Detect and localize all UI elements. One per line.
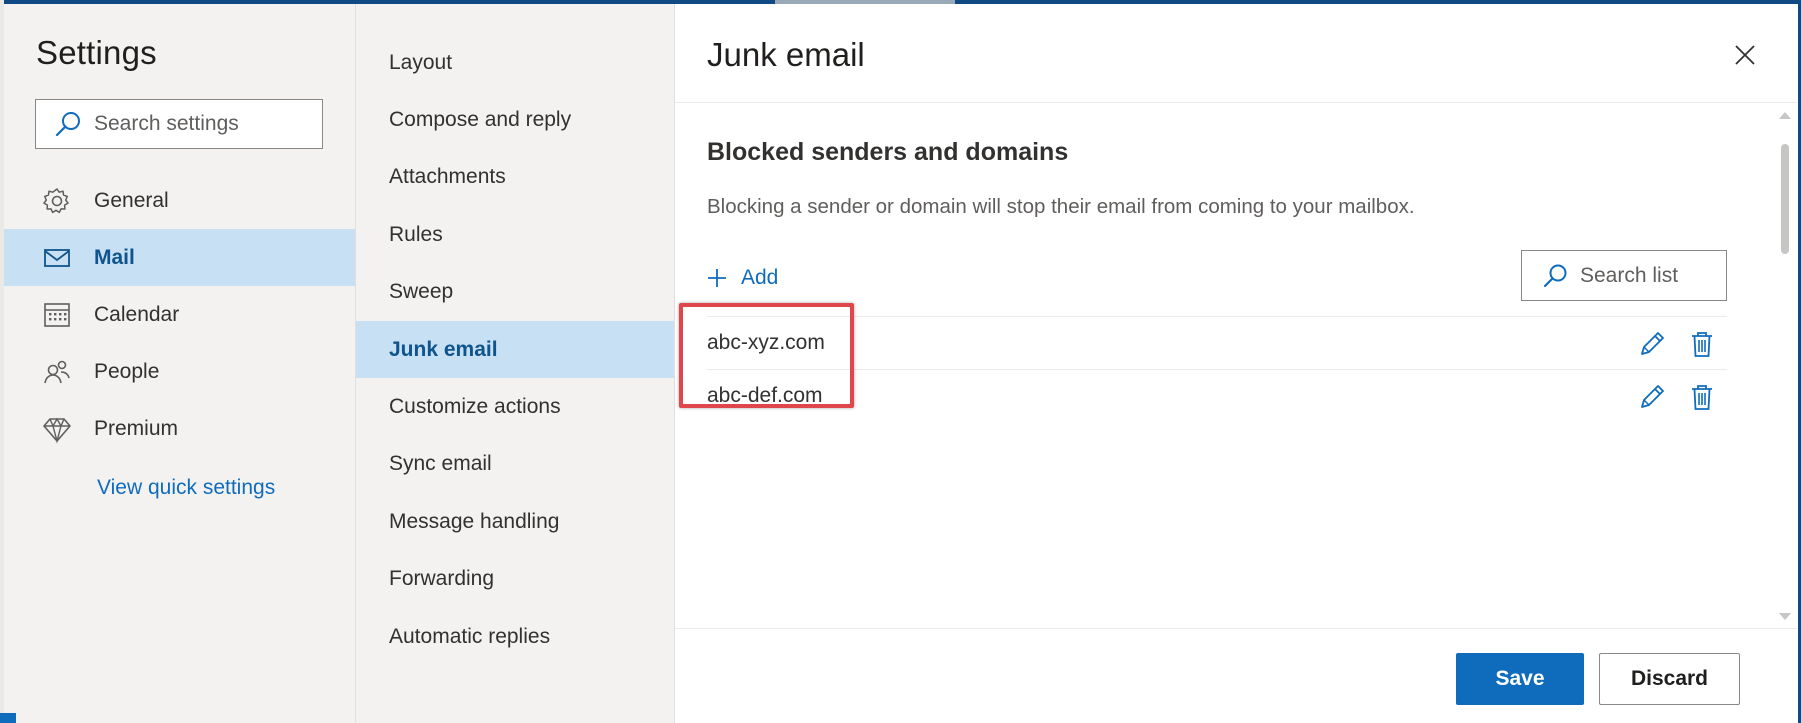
search-icon bbox=[1543, 264, 1567, 287]
taskbar-corner bbox=[0, 713, 16, 723]
settings-category-list: General Mail Calendar People Premium bbox=[4, 172, 355, 457]
menu-item-sweep[interactable]: Sweep bbox=[356, 264, 674, 321]
discard-button[interactable]: Discard bbox=[1599, 653, 1740, 705]
scroll-thumb[interactable] bbox=[1781, 144, 1789, 254]
menu-item-junk-email[interactable]: Junk email bbox=[356, 320, 674, 379]
trash-icon[interactable] bbox=[1687, 382, 1717, 412]
nav-item-label: Mail bbox=[94, 245, 135, 269]
blocked-domain: abc-xyz.com bbox=[707, 331, 825, 354]
row-actions bbox=[1637, 329, 1717, 359]
settings-title: Settings bbox=[36, 34, 157, 71]
search-list-box[interactable] bbox=[1521, 250, 1727, 301]
search-settings-box[interactable] bbox=[35, 99, 323, 149]
menu-item-automatic-replies[interactable]: Automatic replies bbox=[356, 608, 674, 665]
diamond-icon bbox=[43, 417, 71, 444]
calendar-icon bbox=[44, 302, 70, 327]
menu-item-forwarding[interactable]: Forwarding bbox=[356, 551, 674, 608]
mail-settings-menu: Layout Compose and reply Attachments Rul… bbox=[356, 4, 675, 723]
panel-scrollbar[interactable] bbox=[1778, 104, 1792, 628]
close-icon[interactable] bbox=[1730, 40, 1760, 70]
nav-item-people[interactable]: People bbox=[4, 343, 355, 400]
section-description: Blocking a sender or domain will stop th… bbox=[707, 195, 1415, 218]
save-button[interactable]: Save bbox=[1456, 653, 1584, 705]
menu-item-compose-and-reply[interactable]: Compose and reply bbox=[356, 91, 674, 148]
add-blocked-sender-button[interactable]: Add bbox=[705, 261, 778, 295]
nav-item-general[interactable]: General bbox=[4, 172, 355, 229]
nav-item-label: General bbox=[94, 188, 169, 212]
scroll-up-arrow[interactable] bbox=[1779, 112, 1791, 119]
menu-item-layout[interactable]: Layout bbox=[356, 34, 674, 91]
nav-item-calendar[interactable]: Calendar bbox=[4, 286, 355, 343]
list-item: abc-xyz.com bbox=[707, 316, 1727, 369]
mail-icon bbox=[44, 248, 70, 267]
nav-item-mail[interactable]: Mail bbox=[4, 229, 355, 286]
row-actions bbox=[1637, 382, 1717, 412]
mail-settings-list: Layout Compose and reply Attachments Rul… bbox=[356, 34, 674, 665]
blocked-senders-list: abc-xyz.com abc-def.com bbox=[707, 316, 1727, 422]
search-list-input[interactable] bbox=[1580, 263, 1720, 288]
menu-item-customize-actions[interactable]: Customize actions bbox=[356, 378, 674, 435]
gear-icon bbox=[43, 187, 69, 213]
add-label: Add bbox=[741, 266, 779, 289]
search-settings-input[interactable] bbox=[94, 112, 314, 136]
panel-title: Junk email bbox=[707, 36, 865, 73]
nav-item-label: Premium bbox=[94, 416, 179, 440]
menu-item-rules[interactable]: Rules bbox=[356, 206, 674, 263]
people-icon bbox=[44, 360, 70, 383]
settings-category-pane: Settings General Mail bbox=[4, 4, 356, 723]
pencil-icon[interactable] bbox=[1637, 329, 1667, 359]
junk-email-panel: Junk email Blocked senders and domains B… bbox=[675, 4, 1798, 723]
scroll-down-arrow[interactable] bbox=[1779, 613, 1791, 620]
menu-item-sync-email[interactable]: Sync email bbox=[356, 436, 674, 493]
search-icon bbox=[55, 112, 80, 137]
menu-item-attachments[interactable]: Attachments bbox=[356, 149, 674, 206]
view-quick-settings-link[interactable]: View quick settings bbox=[97, 476, 275, 500]
list-item: abc-def.com bbox=[707, 369, 1727, 422]
section-heading: Blocked senders and domains bbox=[707, 138, 1069, 166]
nav-item-premium[interactable]: Premium bbox=[4, 400, 355, 457]
plus-icon bbox=[708, 269, 726, 287]
settings-dialog: Settings General Mail bbox=[4, 4, 1798, 723]
blocked-domain: abc-def.com bbox=[707, 384, 823, 407]
nav-item-label: People bbox=[94, 359, 160, 383]
pencil-icon[interactable] bbox=[1637, 382, 1667, 412]
nav-item-label: Calendar bbox=[94, 302, 180, 326]
panel-footer: Save Discard bbox=[675, 628, 1798, 723]
panel-header: Junk email bbox=[675, 4, 1798, 103]
trash-icon[interactable] bbox=[1687, 329, 1717, 359]
menu-item-message-handling[interactable]: Message handling bbox=[356, 493, 674, 550]
panel-content: Blocked senders and domains Blocking a s… bbox=[675, 104, 1798, 628]
